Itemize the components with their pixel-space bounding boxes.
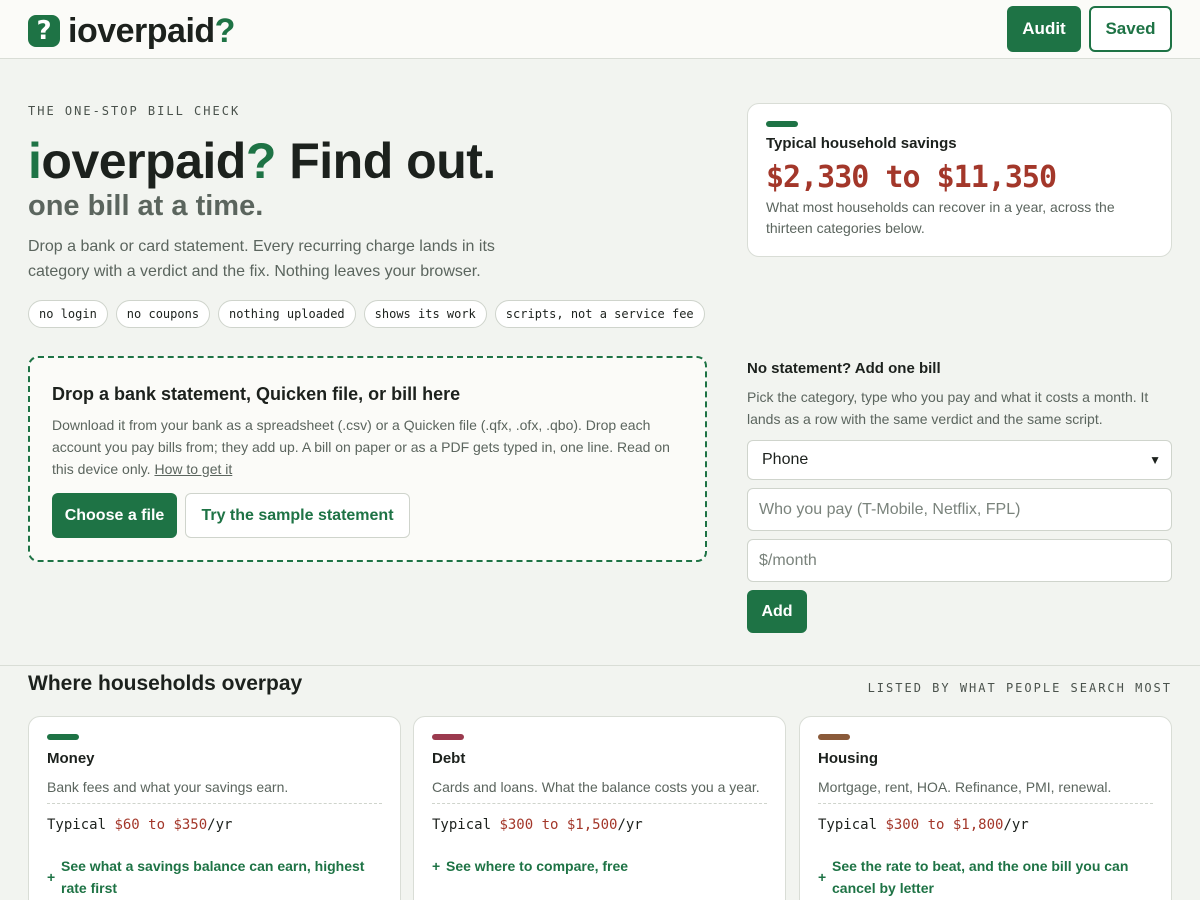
category-select-value: Phone: [762, 451, 809, 468]
category-description: Mortgage, rent, HOA. Refinance, PMI, ren…: [818, 779, 1153, 804]
savings-range: $2,330 to $11,350: [766, 160, 1057, 195]
typical-prefix: Typical: [47, 817, 115, 833]
category-action-link[interactable]: + See where to compare, free: [432, 855, 767, 877]
logo-text-question: ?: [214, 12, 236, 50]
savings-note: What most households can recover in a ye…: [766, 199, 1115, 236]
typical-prefix: Typical: [818, 817, 886, 833]
category-card-money[interactable]: Money Bank fees and what your savings ea…: [28, 716, 401, 900]
chip-nothing-uploaded: nothing uploaded: [218, 300, 356, 328]
typical-value: $300 to $1,800: [885, 817, 1004, 833]
section-title: Where households overpay: [28, 672, 303, 695]
saved-button[interactable]: Saved: [1089, 6, 1172, 52]
category-description: Cards and loans. What the balance costs …: [432, 779, 767, 804]
hero-eyebrow: THE ONE-STOP BILL CHECK: [28, 104, 241, 118]
category-accent-bar: [432, 734, 464, 740]
section-note: LISTED BY WHAT PEOPLE SEARCH MOST: [867, 681, 1172, 695]
category-typical: Typical $60 to $350/yr: [47, 817, 232, 833]
savings-accent-bar: [766, 121, 798, 127]
amount-input[interactable]: [747, 539, 1172, 582]
category-typical: Typical $300 to $1,800/yr: [818, 817, 1029, 833]
hero-description: Drop a bank or card statement. Every rec…: [28, 238, 495, 280]
category-action-link[interactable]: + See the rate to beat, and the one bill …: [818, 855, 1153, 899]
chevron-down-icon: ▼: [1149, 453, 1161, 467]
category-name: Debt: [432, 750, 466, 767]
statement-dropzone[interactable]: Drop a bank statement, Quicken file, or …: [28, 356, 707, 562]
hero-title-i: i: [28, 133, 42, 189]
savings-label: Typical household savings: [766, 135, 957, 152]
category-action-text: See where to compare, free: [446, 858, 629, 874]
category-description: Bank fees and what your savings earn.: [47, 779, 382, 804]
add-bill-description: Pick the category, type who you pay and …: [747, 389, 1149, 427]
savings-card: Typical household savings $2,330 to $11,…: [747, 103, 1172, 257]
top-bar: ? ioverpaid? Audit Saved: [0, 0, 1200, 59]
typical-value: $60 to $350: [114, 817, 208, 833]
plus-icon: +: [818, 869, 827, 885]
category-action-text: See the rate to beat, and the one bill y…: [832, 858, 1129, 896]
category-name: Money: [47, 750, 95, 767]
typical-value: $300 to $1,500: [499, 817, 618, 833]
logo[interactable]: ? ioverpaid?: [28, 11, 235, 51]
hero-title: ioverpaid? Find out.: [28, 130, 496, 192]
add-bill-title: No statement? Add one bill: [747, 360, 941, 377]
choose-file-button[interactable]: Choose a file: [52, 493, 177, 538]
logo-wordmark: ioverpaid?: [68, 11, 235, 51]
typical-suffix: /yr: [207, 817, 233, 833]
add-bill-button[interactable]: Add: [747, 590, 807, 633]
section-divider: [0, 665, 1200, 666]
chip-shows-its-work: shows its work: [363, 300, 487, 328]
typical-suffix: /yr: [617, 817, 643, 833]
hero-subtitle: one bill at a time.: [28, 190, 264, 222]
typical-prefix: Typical: [432, 817, 500, 833]
payee-input[interactable]: [747, 488, 1172, 531]
category-name: Housing: [818, 750, 878, 767]
logo-question-icon: ?: [28, 15, 60, 47]
audit-button[interactable]: Audit: [1007, 6, 1081, 52]
category-card-housing[interactable]: Housing Mortgage, rent, HOA. Refinance, …: [799, 716, 1172, 900]
dropzone-description: Download it from your bank as a spreadsh…: [52, 414, 672, 480]
category-select[interactable]: Phone ▼: [747, 440, 1172, 480]
category-action-link[interactable]: + See what a savings balance can earn, hi…: [47, 855, 382, 899]
category-typical: Typical $300 to $1,500/yr: [432, 817, 643, 833]
hero-title-main: overpaid: [41, 133, 246, 189]
feature-chips: no login no coupons nothing uploaded sho…: [28, 300, 705, 328]
category-action-text: See what a savings balance can earn, hig…: [61, 858, 365, 896]
dropzone-description-text: Download it from your bank as a spreadsh…: [52, 417, 670, 477]
hero-title-rest: Find out.: [275, 133, 496, 189]
hero-title-question: ?: [245, 133, 277, 189]
plus-icon: +: [432, 858, 441, 874]
plus-icon: +: [47, 869, 56, 885]
logo-text-main: ioverpaid: [68, 12, 215, 50]
typical-suffix: /yr: [1003, 817, 1029, 833]
chip-no-coupons: no coupons: [115, 300, 211, 328]
category-accent-bar: [47, 734, 79, 740]
category-accent-bar: [818, 734, 850, 740]
how-to-get-it-link[interactable]: How to get it: [154, 461, 232, 477]
category-card-debt[interactable]: Debt Cards and loans. What the balance c…: [413, 716, 786, 900]
chip-no-login: no login: [28, 300, 108, 328]
sample-statement-button[interactable]: Try the sample statement: [185, 493, 410, 538]
dropzone-title: Drop a bank statement, Quicken file, or …: [52, 384, 461, 404]
chip-scripts: scripts, not a service fee: [494, 300, 705, 328]
